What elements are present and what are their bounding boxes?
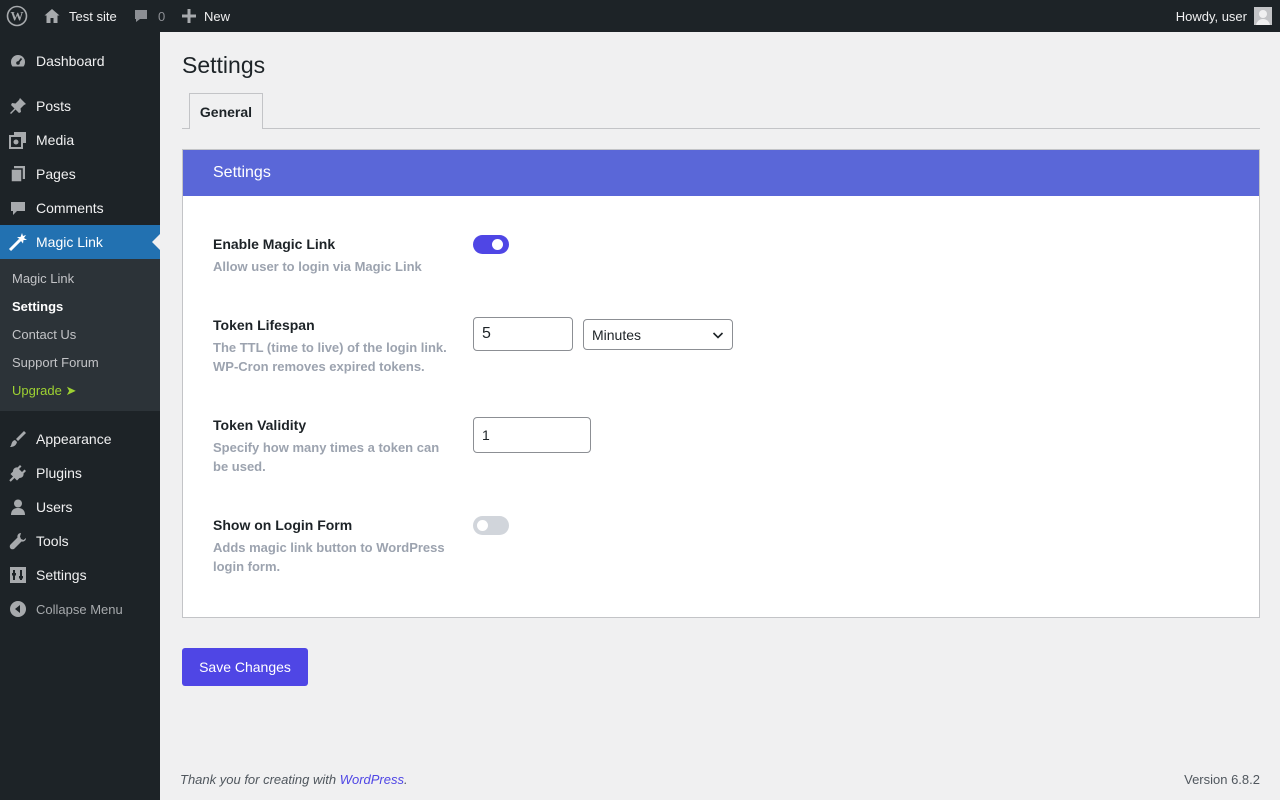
tab-divider [182,128,1260,129]
sidebar-item-media[interactable]: Media [0,123,160,157]
media-icon [0,131,36,149]
settings-icon [0,566,36,584]
sidebar-item-dashboard[interactable]: Dashboard [0,44,160,78]
collapse-menu-label: Collapse Menu [36,601,123,617]
sidebar-item-comments[interactable]: Comments [0,191,160,225]
sidebar-item-users[interactable]: Users [0,490,160,524]
sidebar-item-label: Media [36,132,75,148]
wrench-icon [0,532,36,550]
sidebar-item-label: Dashboard [36,53,105,69]
sidebar-item-settings[interactable]: Settings [0,558,160,592]
comment-bubble-icon [135,10,147,22]
collapse-menu-button[interactable]: Collapse Menu [0,592,160,626]
footer-thanks: Thank you for creating with WordPress. [180,772,408,787]
unit-selected-value: Minutes [592,326,642,343]
toggle-knob [477,520,488,531]
settings-panel: Settings Enable Magic Link Allow user to… [182,149,1260,618]
show-login-form-label: Show on Login Form [213,517,353,533]
sidebar-item-plugins[interactable]: Plugins [0,456,160,490]
show-login-form-toggle[interactable] [473,516,509,535]
token-validity-desc: Specify how many times a token can be us… [213,440,440,474]
howdy-text: Howdy, user [1175,8,1247,24]
avatar [1254,7,1272,25]
comments-count: 0 [158,8,166,24]
token-lifespan-unit-select[interactable]: Minutes [583,319,733,350]
sidebar-item-label: Tools [36,533,69,549]
page-title: Settings [182,52,266,78]
site-name-link[interactable]: Test site [43,0,117,32]
account-menu[interactable]: Howdy, user [1176,0,1272,32]
token-lifespan-input[interactable] [473,317,573,351]
sidebar-item-label: Appearance [36,431,112,447]
wand-icon [0,232,36,252]
chevron-down-icon [712,332,724,339]
home-icon [44,9,60,23]
toggle-knob [492,239,503,250]
dashboard-icon [0,52,36,70]
user-icon [0,498,36,516]
wordpress-logo-icon[interactable]: W [6,0,28,32]
token-validity-label: Token Validity [213,417,307,433]
sidebar-item-label: Posts [36,98,72,114]
token-validity-input[interactable] [473,417,591,453]
site-name: Test site [69,8,117,24]
admin-sidebar: Dashboard Posts Media Pages Comments Mag… [0,32,160,800]
footer-thanks-suffix: . [404,772,408,787]
sidebar-item-label: Users [36,499,73,515]
enable-magic-link-label: Enable Magic Link [213,236,336,252]
sidebar-item-tools[interactable]: Tools [0,524,160,558]
sidebar-item-label: Pages [36,166,76,182]
token-lifespan-label: Token Lifespan [213,317,315,333]
plus-icon [182,9,196,23]
panel-title: Settings [183,150,1259,196]
magic-link-submenu: Magic Link Settings Contact Us Support F… [0,259,160,411]
svg-text:W: W [11,9,24,24]
sidebar-item-pages[interactable]: Pages [0,157,160,191]
sidebar-item-label: Comments [36,200,104,216]
submenu-item-upgrade[interactable]: Upgrade ➤ [12,383,76,399]
admin-bar: W Test site 0 New Howdy, user [0,0,1280,32]
token-lifespan-desc: The TTL (time to live) of the login link… [213,340,447,374]
sidebar-item-posts[interactable]: Posts [0,89,160,123]
wordpress-link[interactable]: WordPress [340,772,404,787]
comment-icon [0,199,36,217]
tab-general[interactable]: General [189,93,263,129]
save-changes-button[interactable]: Save Changes [182,648,308,686]
pin-icon [0,97,36,115]
comments-link[interactable]: 0 [133,0,165,32]
version-text: Version 6.8.2 [1184,772,1260,787]
submenu-item-support-forum[interactable]: Support Forum [12,355,99,370]
sidebar-item-label: Plugins [36,465,82,481]
collapse-arrow-icon [0,600,36,618]
show-login-form-desc: Adds magic link button to WordPress logi… [213,540,445,574]
plugin-icon [0,464,36,482]
sidebar-item-appearance[interactable]: Appearance [0,422,160,456]
sidebar-item-label: Settings [36,567,87,583]
submenu-item-settings[interactable]: Settings [12,299,63,314]
enable-magic-link-toggle[interactable] [473,235,509,254]
sidebar-item-magic-link[interactable]: Magic Link [0,225,160,259]
sidebar-item-label: Magic Link [36,234,103,250]
enable-magic-link-desc: Allow user to login via Magic Link [213,259,422,274]
new-label: New [204,8,231,24]
footer-thanks-prefix: Thank you for creating with [180,772,340,787]
pages-icon [0,165,36,183]
main-content: Settings General Settings Enable Magic L… [160,32,1280,800]
submenu-item-contact-us[interactable]: Contact Us [12,327,76,342]
submenu-item-magic-link[interactable]: Magic Link [12,271,74,286]
new-content-link[interactable]: New [182,0,230,32]
brush-icon [0,430,36,448]
